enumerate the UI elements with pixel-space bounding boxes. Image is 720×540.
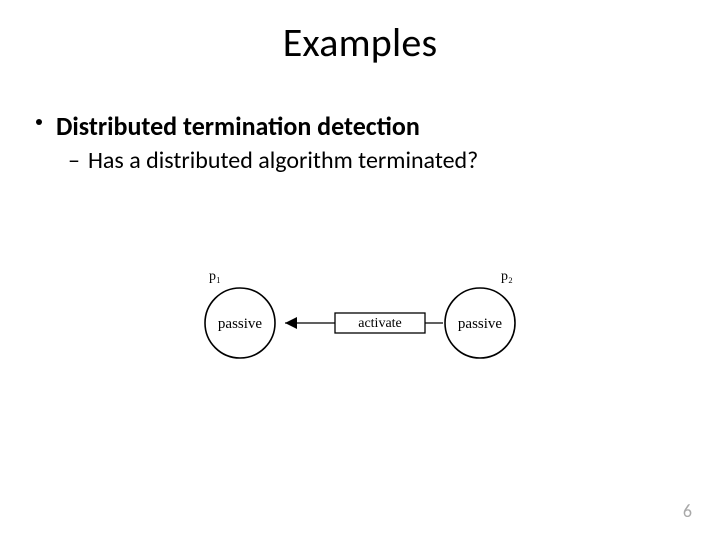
right-process-id: p₂	[501, 269, 513, 284]
slide-title: Examples	[0, 18, 720, 67]
bullet-dash-icon: –	[68, 146, 80, 175]
page-number: 6	[683, 500, 692, 522]
right-process-state: passive	[458, 316, 503, 332]
bullet-level-1: Distributed termination detection	[34, 110, 674, 142]
bullet-level-2: – Has a distributed algorithm terminated…	[68, 146, 674, 175]
left-process-state: passive	[218, 316, 263, 332]
left-process-id: p₁	[209, 269, 221, 284]
bullet-main-text: Distributed termination detection	[56, 110, 420, 142]
slide: Examples Distributed termination detecti…	[0, 0, 720, 540]
termination-diagram: passive p₁ passive p₂ activate	[185, 258, 535, 378]
message-label: activate	[358, 316, 402, 331]
bullet-sub-text: Has a distributed algorithm terminated?	[88, 146, 478, 175]
slide-body: Distributed termination detection – Has …	[34, 110, 674, 175]
bullet-dot-icon	[36, 119, 42, 125]
arrow-head-icon	[285, 317, 297, 329]
